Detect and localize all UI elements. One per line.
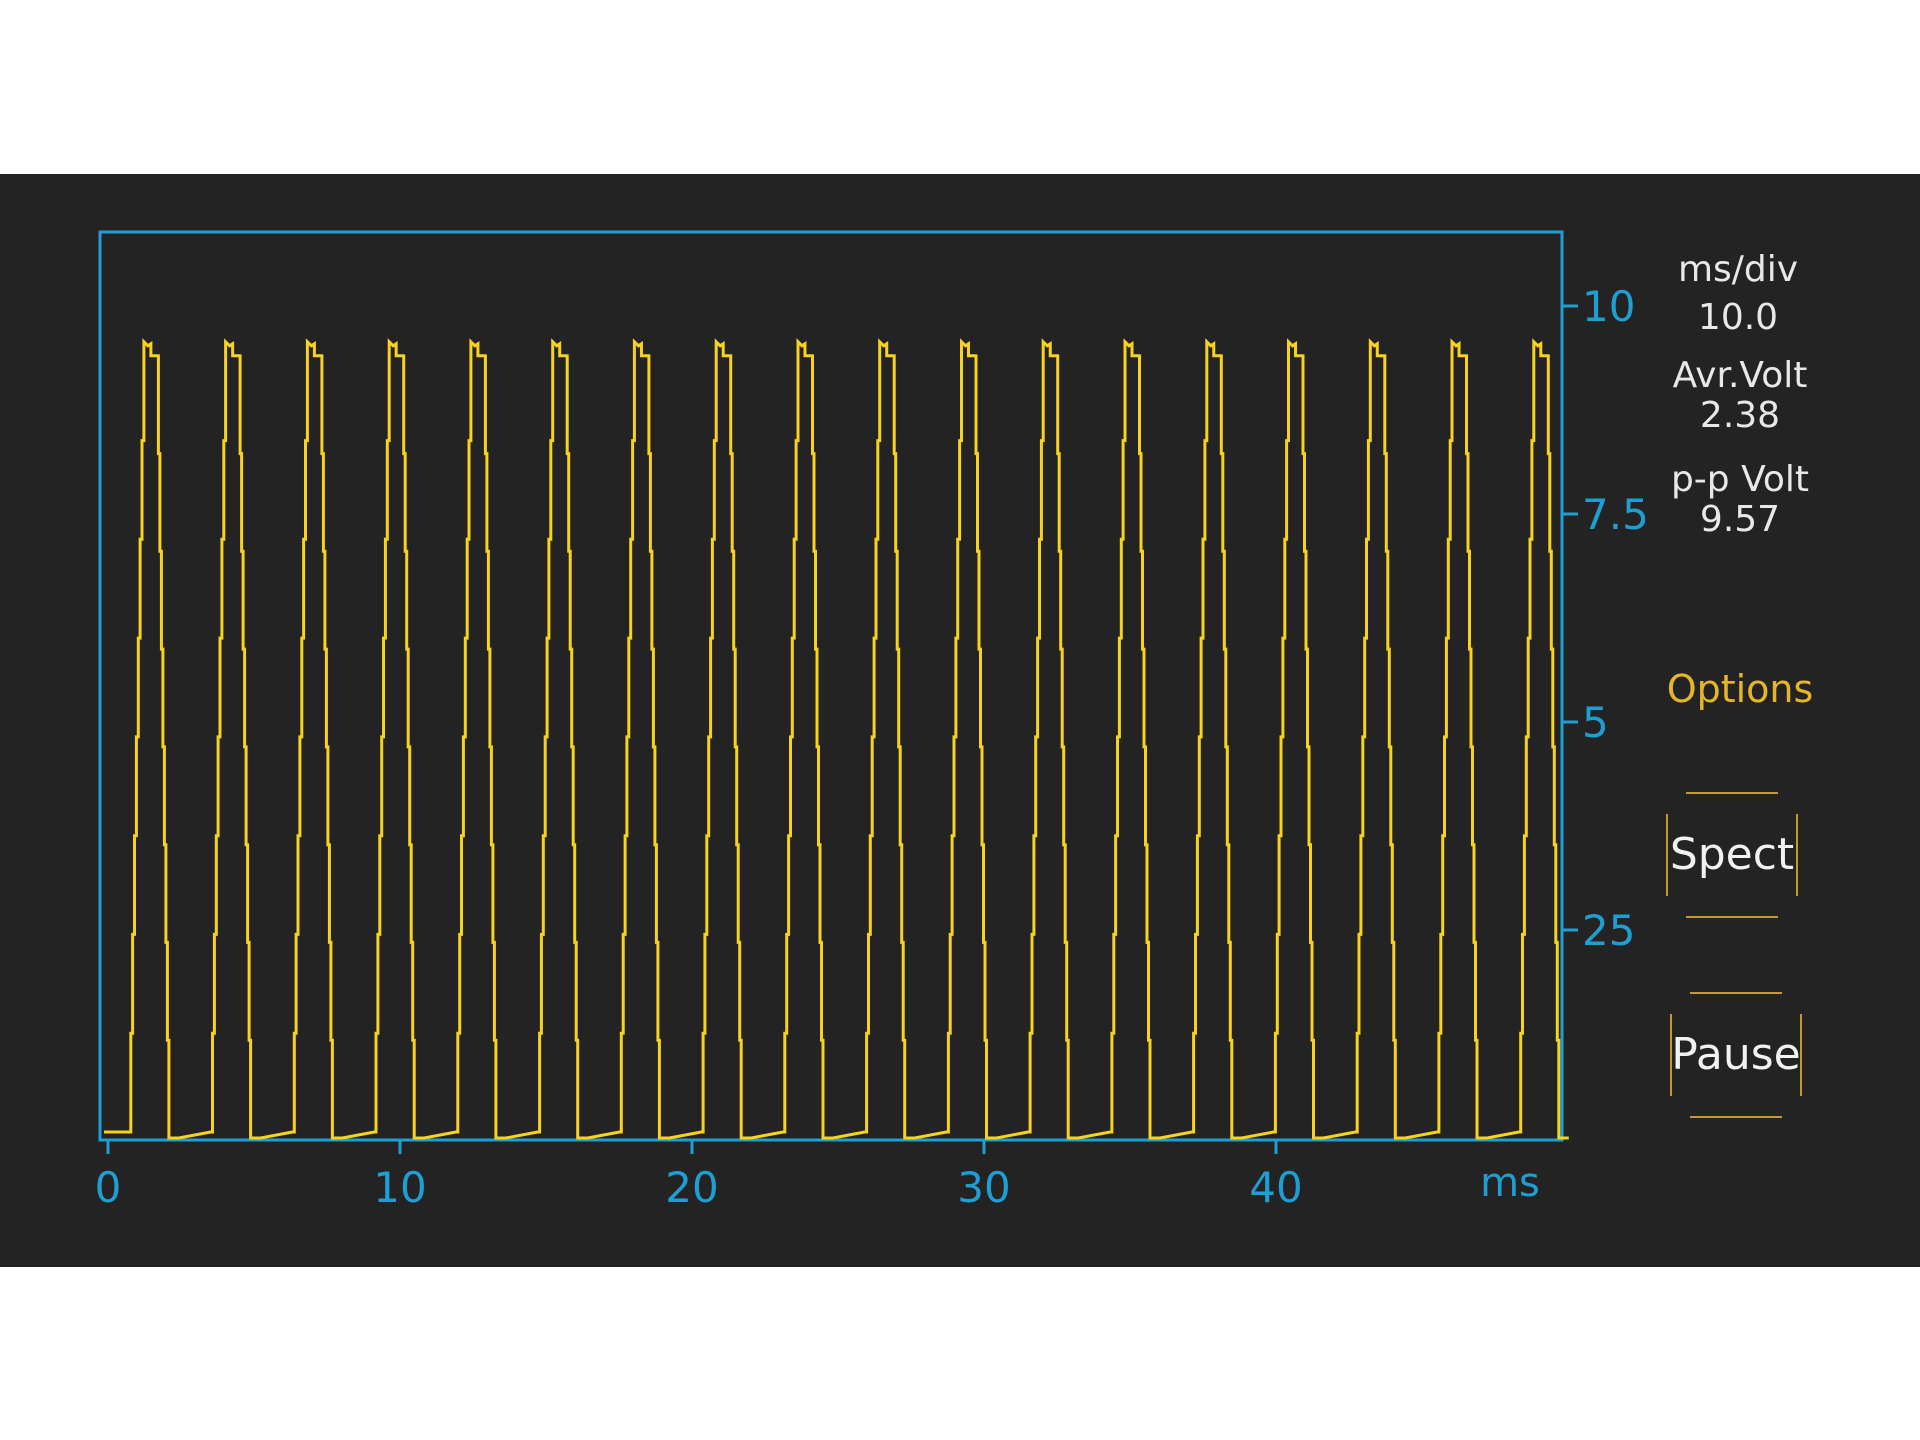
x-tick-label: 20 [665, 1163, 718, 1212]
x-tick-label: 40 [1249, 1163, 1302, 1212]
pause-button-bottom-bar [1690, 1116, 1782, 1118]
options-button[interactable]: Options [1665, 667, 1815, 711]
pause-button-top-bar [1690, 992, 1782, 994]
waveform-plot: 0 10 20 30 40 10 7.5 5 25 ms [95, 230, 1649, 1212]
pause-button-right-edge [1800, 1014, 1802, 1096]
x-tick-label: 0 [95, 1163, 122, 1212]
spect-button-top-bar [1686, 792, 1778, 794]
y-tick-label: 7.5 [1582, 490, 1649, 539]
x-axis-ticks: 0 10 20 30 40 [95, 1140, 1303, 1212]
signal-trace [104, 338, 1569, 1140]
pp-volt-readout: p-p Volt 9.57 [1660, 460, 1820, 540]
x-tick-label: 30 [957, 1163, 1010, 1212]
spect-button-bottom-bar [1686, 916, 1778, 918]
plot-frame [98, 230, 1564, 1142]
pp-volt-value: 9.57 [1699, 499, 1781, 540]
spect-button-left-edge [1666, 814, 1668, 896]
avr-volt-label: Avr.Volt [1672, 355, 1808, 396]
pp-volt-label: p-p Volt [1670, 459, 1810, 500]
y-axis-ticks: 10 7.5 5 25 [1562, 282, 1649, 955]
ms-div-label: ms/div [1677, 249, 1799, 290]
spect-button[interactable]: Spect [1666, 792, 1798, 918]
ms-div-readout: ms/div 10.0 [1660, 250, 1816, 338]
x-axis-unit-label: ms [1480, 1160, 1540, 1206]
spect-button-right-edge [1796, 814, 1798, 896]
y-tick-label: 10 [1582, 282, 1635, 331]
y-tick-label: 25 [1582, 906, 1635, 955]
avr-volt-readout: Avr.Volt 2.38 [1660, 356, 1820, 436]
x-tick-label: 10 [373, 1163, 426, 1212]
pause-button[interactable]: Pause [1670, 992, 1802, 1118]
ms-div-value: 10.0 [1697, 297, 1779, 338]
avr-volt-value: 2.38 [1699, 395, 1781, 436]
y-tick-label: 5 [1582, 698, 1609, 747]
oscilloscope-screen: 0 10 20 30 40 10 7.5 5 25 ms ms/div 10.0 Avr.Vo… [0, 174, 1920, 1267]
spect-button-label: Spect [1669, 829, 1795, 880]
pause-button-label: Pause [1671, 1029, 1801, 1080]
